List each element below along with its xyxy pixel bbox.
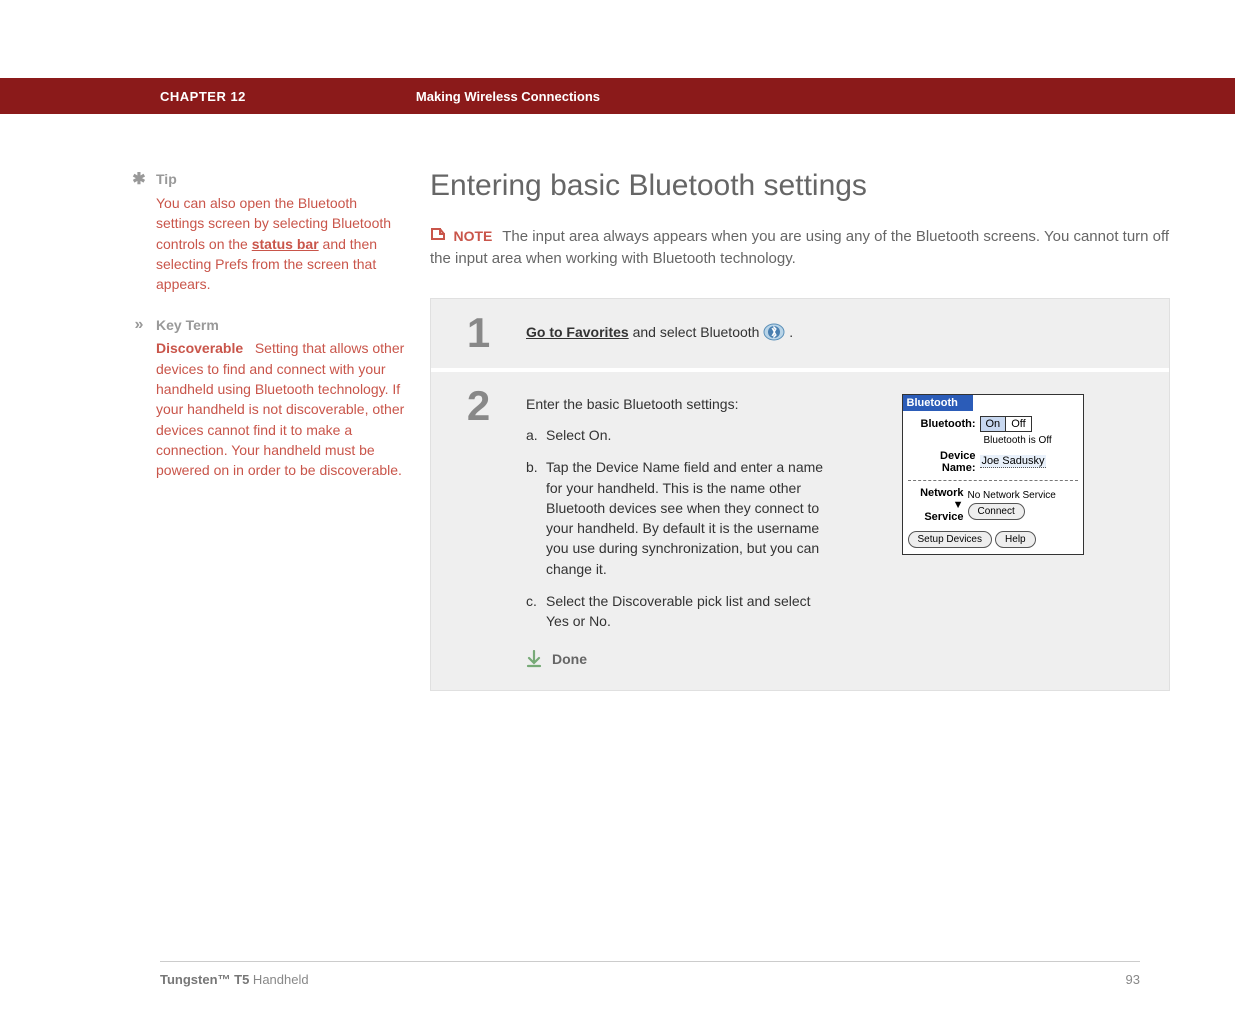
- palm-network-value: No Network Service: [968, 490, 1056, 501]
- keyterm-block: » Key Term Discoverable Setting that all…: [130, 316, 405, 480]
- done-indicator: Done: [526, 650, 836, 668]
- step-2: 2 Enter the basic Bluetooth settings: a.…: [431, 372, 1169, 690]
- page-title: Entering basic Bluetooth settings: [430, 169, 1170, 203]
- palm-bt-label: Bluetooth:: [908, 418, 980, 430]
- tip-text: You can also open the Bluetooth settings…: [130, 189, 405, 294]
- palm-help-button[interactable]: Help: [995, 531, 1036, 548]
- page-number: 93: [1126, 972, 1140, 987]
- down-arrow-icon: [526, 650, 542, 668]
- palm-on-off-toggle[interactable]: OnOff: [980, 416, 1032, 432]
- page-footer: Tungsten™ T5 Handheld 93: [160, 961, 1140, 987]
- chapter-header: CHAPTER 12 Making Wireless Connections: [0, 78, 1235, 114]
- step-1: 1 Go to Favorites and select Bluetooth .: [431, 299, 1169, 372]
- status-bar-link[interactable]: status bar: [252, 236, 319, 252]
- palm-bt-status: Bluetooth is Off: [984, 435, 1078, 446]
- step2-item-c: c.Select the Discoverable pick list and …: [526, 591, 836, 632]
- bluetooth-settings-screenshot: Bluetooth Bluetooth: OnOff Bluetooth is …: [902, 394, 1084, 555]
- palm-connect-button[interactable]: Connect: [968, 503, 1025, 520]
- step-number: 1: [431, 299, 526, 368]
- product-name: Tungsten™ T5 Handheld: [160, 972, 309, 987]
- sidebar: ✱ Tip You can also open the Bluetooth se…: [130, 169, 430, 691]
- palm-setup-button[interactable]: Setup Devices: [908, 531, 992, 548]
- note-text: The input area always appears when you a…: [430, 228, 1169, 267]
- main-content: Entering basic Bluetooth settings NOTE T…: [430, 169, 1170, 691]
- note-icon: [430, 228, 450, 245]
- step-number: 2: [431, 372, 526, 690]
- asterisk-icon: ✱: [130, 169, 148, 189]
- tip-label: Tip: [156, 171, 177, 187]
- keyterm-text: Discoverable Setting that allows other d…: [130, 334, 405, 480]
- step2-item-b: b.Tap the Device Name field and enter a …: [526, 457, 836, 579]
- keyterm-label: Key Term: [156, 317, 219, 333]
- palm-title: Bluetooth: [903, 395, 973, 411]
- steps-container: 1 Go to Favorites and select Bluetooth .: [430, 298, 1170, 691]
- step2-intro: Enter the basic Bluetooth settings:: [526, 394, 836, 415]
- note-label: NOTE: [453, 228, 492, 244]
- chapter-label: CHAPTER 12: [160, 89, 246, 104]
- chevrons-icon: »: [130, 316, 148, 334]
- palm-devname-field[interactable]: Joe Sadusky: [980, 455, 1047, 468]
- go-to-favorites-link[interactable]: Go to Favorites: [526, 324, 629, 340]
- palm-devname-label: Device Name:: [908, 450, 980, 474]
- tip-block: ✱ Tip You can also open the Bluetooth se…: [130, 169, 405, 294]
- note-block: NOTE The input area always appears when …: [430, 225, 1170, 270]
- bluetooth-icon: [763, 321, 785, 346]
- step2-item-a: a.Select On.: [526, 425, 836, 445]
- section-title: Making Wireless Connections: [416, 89, 600, 104]
